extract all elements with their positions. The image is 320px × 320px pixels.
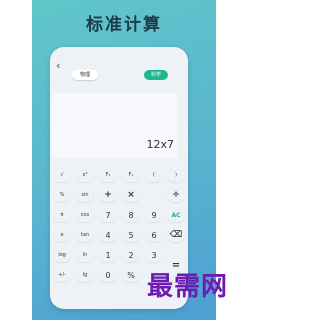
page-title: 标准计算 <box>86 15 162 35</box>
open-paren-key[interactable]: ( <box>145 168 163 182</box>
close-paren-key[interactable]: ) <box>167 168 185 182</box>
f1-key[interactable]: F₁ <box>99 168 117 182</box>
digit-3-key[interactable]: 3 <box>145 248 163 262</box>
back-icon[interactable]: ‹ <box>56 59 60 72</box>
negate-key[interactable]: +/- <box>53 268 71 282</box>
digit-4-key[interactable]: 4 <box>99 228 117 242</box>
pi-key[interactable]: π <box>53 208 71 222</box>
tab-scientific[interactable]: 科学 <box>144 70 168 80</box>
clear-key[interactable]: AC <box>167 208 185 222</box>
lg-key[interactable]: lg <box>76 268 94 282</box>
f2-key[interactable]: F₁ <box>122 168 140 182</box>
digit-6-key[interactable]: 6 <box>145 228 163 242</box>
watermark-logo: 最需网 <box>147 272 229 302</box>
ln-key[interactable]: ln <box>76 248 94 262</box>
cos-key[interactable]: cos <box>76 208 94 222</box>
digit-9-key[interactable]: 9 <box>145 208 163 222</box>
tan-key[interactable]: tan <box>76 228 94 242</box>
e-key[interactable]: e <box>53 228 71 242</box>
digit-2-key[interactable]: 2 <box>122 248 140 262</box>
digit-5-key[interactable]: 5 <box>122 228 140 242</box>
percent-func-key[interactable]: % <box>53 188 71 202</box>
backspace-icon[interactable]: ⌫ <box>167 228 185 242</box>
result-display: 12x7 <box>52 93 178 159</box>
digit-0-key[interactable]: 0 <box>99 268 117 282</box>
percent-key[interactable]: % <box>122 268 140 282</box>
sqrt-key[interactable]: √ <box>53 168 71 182</box>
digit-1-key[interactable]: 1 <box>99 248 117 262</box>
divide-key[interactable]: ÷ <box>167 188 185 202</box>
digit-8-key[interactable]: 8 <box>122 208 140 222</box>
log-key[interactable]: log <box>53 248 71 262</box>
square-key[interactable]: x² <box>76 168 94 182</box>
plus-key[interactable]: + <box>99 188 117 202</box>
digit-7-key[interactable]: 7 <box>99 208 117 222</box>
sin-key[interactable]: sin <box>76 188 94 202</box>
tab-physics[interactable]: 物理 <box>72 70 98 80</box>
expression-text: 12x7 <box>146 138 174 151</box>
multiply-key[interactable]: × <box>122 188 140 202</box>
